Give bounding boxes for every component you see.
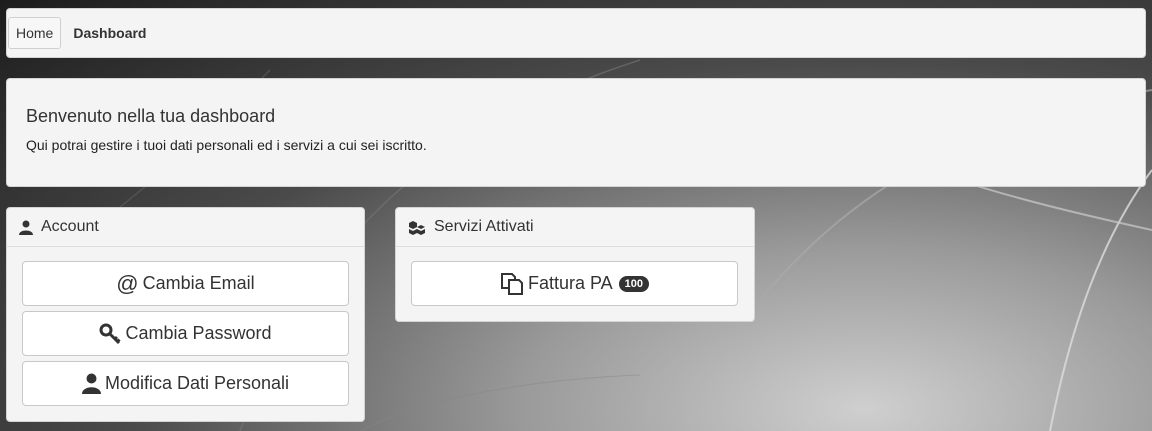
services-header: Servizi Attivati bbox=[396, 208, 754, 247]
welcome-panel: Benvenuto nella tua dashboard Qui potrai… bbox=[6, 78, 1146, 187]
edit-personal-data-label: Modifica Dati Personali bbox=[104, 373, 290, 393]
account-header: Account bbox=[7, 208, 364, 247]
user-icon bbox=[81, 373, 101, 394]
fattura-pa-button[interactable]: Fattura PA 100 bbox=[411, 261, 738, 306]
change-password-label: Cambia Password bbox=[125, 323, 272, 343]
change-email-label: Cambia Email bbox=[142, 273, 255, 293]
breadcrumb: Home Dashboard bbox=[6, 8, 1146, 58]
services-title: Servizi Attivati bbox=[434, 218, 534, 235]
cubes-icon bbox=[409, 220, 425, 235]
breadcrumb-current: Dashboard bbox=[73, 25, 147, 41]
change-email-button[interactable]: @ Cambia Email bbox=[22, 261, 349, 306]
account-panel: Account @ Cambia Email Cambia Password M… bbox=[6, 207, 365, 422]
at-icon: @ bbox=[116, 270, 139, 296]
fattura-pa-badge: 100 bbox=[618, 275, 650, 292]
services-panel: Servizi Attivati Fattura PA 100 bbox=[395, 207, 755, 322]
fattura-pa-label: Fattura PA bbox=[527, 273, 613, 293]
welcome-title: Benvenuto nella tua dashboard bbox=[26, 106, 276, 126]
user-icon bbox=[19, 220, 33, 235]
key-icon bbox=[99, 323, 122, 344]
copy-icon bbox=[500, 272, 523, 295]
welcome-text: Qui potrai gestire i tuoi dati personali… bbox=[26, 137, 427, 153]
edit-personal-data-button[interactable]: Modifica Dati Personali bbox=[22, 361, 349, 406]
change-password-button[interactable]: Cambia Password bbox=[22, 311, 349, 356]
account-title: Account bbox=[41, 218, 99, 235]
breadcrumb-home-link[interactable]: Home bbox=[8, 17, 62, 49]
